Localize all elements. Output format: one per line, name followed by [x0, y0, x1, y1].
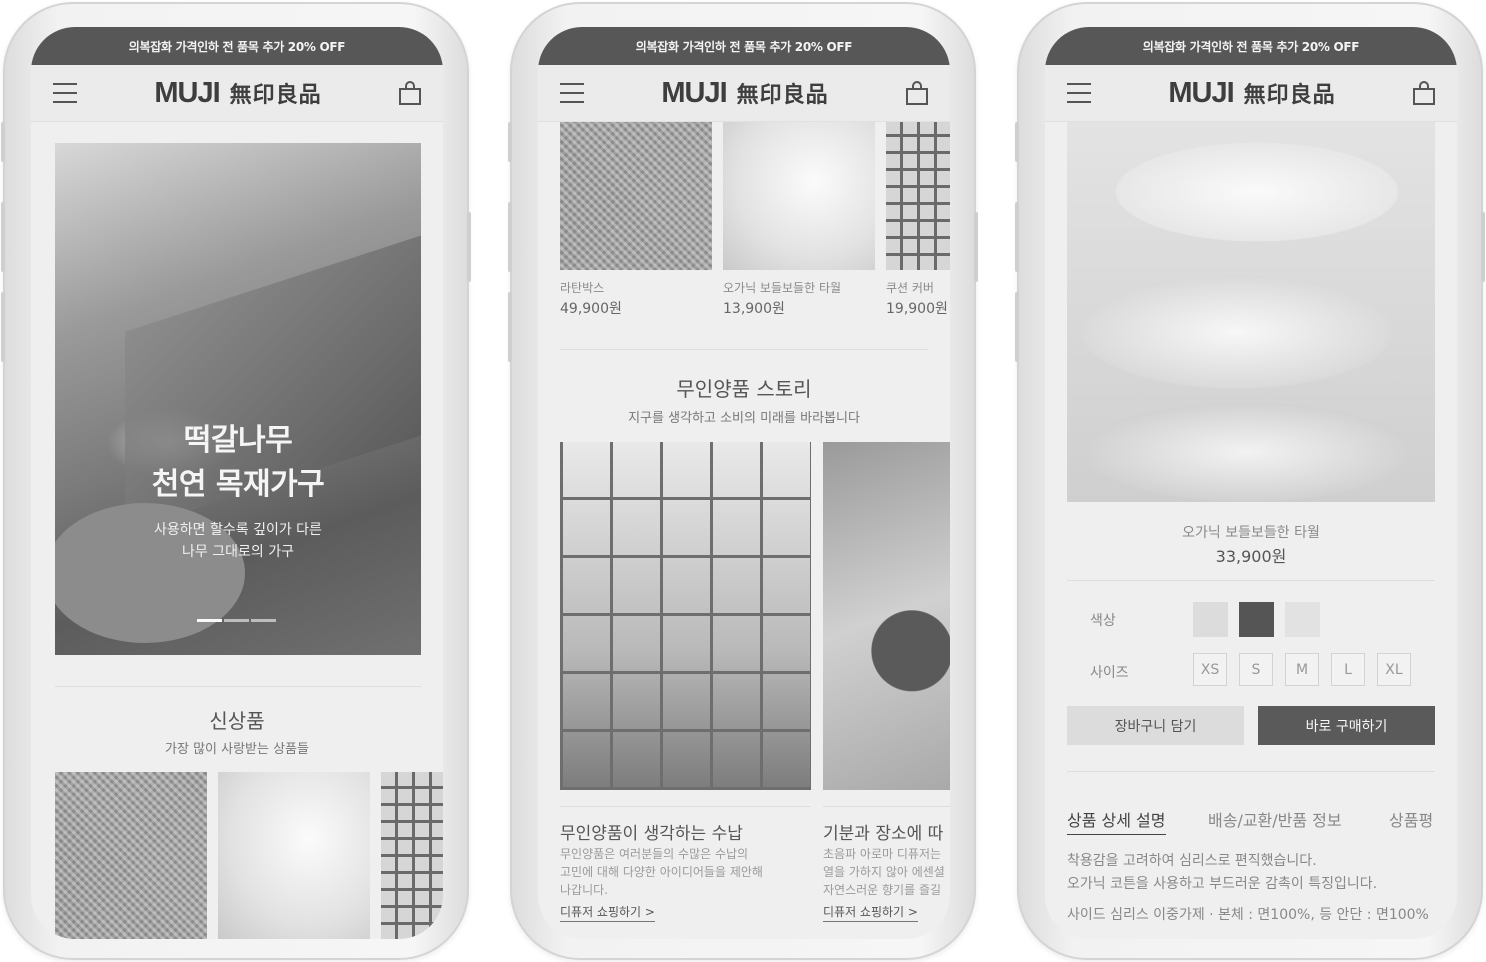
size-option-xl[interactable]: XL	[1377, 653, 1411, 686]
screen-home: 의복잡화 가격인하 전 품목 추가 20% OFF MUJI 無印良品 떡갈나무…	[31, 27, 443, 939]
color-swatch-dark[interactable]	[1239, 602, 1274, 637]
hero-sub-line2: 나무 그대로의 가구	[182, 544, 294, 560]
story-image-storage[interactable]	[560, 442, 811, 790]
promo-banner[interactable]: 의복잡화 가격인하 전 품목 추가 20% OFF	[1045, 27, 1457, 65]
color-swatch-light[interactable]	[1193, 602, 1228, 637]
new-arrivals-title: 신상품	[209, 709, 265, 733]
muji-logo[interactable]: MUJI 無印良品	[154, 77, 321, 110]
logo-kr: 無印良品	[1243, 82, 1336, 108]
story-card-2-clip: 기분과 장소에 따 초음파 아로마 디퓨저는 열을 가하지 않아 에센셜 자연스…	[823, 27, 950, 939]
divider	[1067, 771, 1435, 772]
divider	[560, 806, 811, 807]
divider	[1067, 580, 1435, 581]
story-card-link[interactable]: 디퓨저 쇼핑하기 >	[823, 903, 918, 922]
description-line: 오가닉 코튼을 사용하고 부드러운 감촉이 특징입니다.	[1067, 876, 1378, 892]
logo-kr: 無印良品	[229, 82, 322, 108]
tab-product-details[interactable]: 상품 상세 설명	[1067, 807, 1166, 835]
story-card-title[interactable]: 무인양품이 생각하는 수납	[560, 819, 743, 844]
story-desc-line: 무인양품은 여러분들의 수많은 수납의	[560, 847, 749, 861]
description-line: 사이드 심리스 이중가제 · 본체 : 면100%, 등 안단 : 면100%	[1067, 907, 1429, 923]
product-price: 13,900원	[723, 301, 785, 317]
logo-en: MUJI	[154, 76, 220, 109]
hero-title-line2: 천연 목재가구	[151, 467, 325, 502]
phone-mockup-story: 의복잡화 가격인하 전 품목 추가 20% OFF MUJI 無印良品 라탄박스…	[508, 2, 978, 960]
size-option-s[interactable]: S	[1239, 653, 1273, 686]
size-option-m[interactable]: M	[1285, 653, 1319, 686]
phone-mockup-product-detail: 의복잡화 가격인하 전 품목 추가 20% OFF MUJI 無印良品 오가닉 …	[1015, 2, 1485, 960]
product-price: 49,900원	[560, 301, 622, 317]
description-line: 착용감을 고려하여 심리스로 편직했습니다.	[1067, 853, 1317, 869]
story-card-link[interactable]: 디퓨저 쇼핑하기 >	[560, 903, 655, 922]
divider	[55, 686, 421, 687]
add-to-cart-button[interactable]: 장바구니 담기	[1067, 706, 1244, 745]
header: MUJI 無印良品	[1045, 65, 1457, 122]
product-thumb-rattan-box[interactable]	[560, 122, 712, 270]
story-desc-line: 자연스러운 향기를 즐길	[823, 883, 942, 897]
story-desc-line: 초음파 아로마 디퓨저는	[823, 847, 942, 861]
size-option-xs[interactable]: XS	[1193, 653, 1227, 686]
story-desc-line: 열을 가하지 않아 에센셜	[823, 865, 945, 879]
new-arrivals-subtitle: 가장 많이 사랑받는 상품들	[165, 742, 309, 757]
product-thumb-cushion[interactable]	[381, 772, 443, 939]
muji-logo[interactable]: MUJI 無印良品	[1168, 77, 1335, 110]
color-swatch-pale[interactable]	[1285, 602, 1320, 637]
buy-now-button[interactable]: 바로 구매하기	[1258, 706, 1435, 745]
carousel-dot-2[interactable]	[224, 619, 249, 622]
hero-title: 떡갈나무 천연 목재가구	[55, 419, 421, 507]
header: MUJI 無印良品	[31, 65, 443, 122]
story-card-title[interactable]: 기분과 장소에 따	[823, 819, 943, 844]
hamburger-menu-icon[interactable]	[53, 83, 77, 103]
carousel-dot-1[interactable]	[197, 619, 222, 622]
screen-product-detail: 의복잡화 가격인하 전 품목 추가 20% OFF MUJI 無印良品 오가닉 …	[1045, 27, 1457, 939]
promo-banner[interactable]: 의복잡화 가격인하 전 품목 추가 20% OFF	[31, 27, 443, 65]
product-price: 33,900원	[1215, 547, 1287, 566]
story-card-desc: 무인양품은 여러분들의 수많은 수납의 고민에 대해 다양한 아이디어들을 제안…	[560, 845, 763, 899]
product-thumb-rattan-box[interactable]	[55, 772, 207, 939]
logo-en: MUJI	[661, 76, 727, 109]
carousel-dot-3[interactable]	[251, 619, 276, 622]
hamburger-menu-icon[interactable]	[560, 83, 584, 103]
product-name: 오가닉 보들보들한 타월	[1182, 525, 1320, 541]
logo-kr: 無印良品	[736, 82, 829, 108]
logo-en: MUJI	[1168, 76, 1234, 109]
hero-banner-image[interactable]: 떡갈나무 천연 목재가구 사용하면 할수록 깊이가 다른 나무 그대로의 가구	[55, 143, 421, 655]
size-label: 사이즈	[1090, 665, 1129, 681]
hero-title-line1: 떡갈나무	[183, 423, 293, 458]
phone-mockup-home: 의복잡화 가격인하 전 품목 추가 20% OFF MUJI 無印良品 떡갈나무…	[1, 2, 471, 960]
shopping-bag-icon[interactable]	[1413, 81, 1435, 105]
tab-reviews[interactable]: 상품평	[1389, 807, 1433, 831]
hamburger-menu-icon[interactable]	[1067, 83, 1091, 103]
product-main-image[interactable]	[1067, 122, 1435, 502]
tab-shipping-returns[interactable]: 배송/교환/반품 정보	[1208, 807, 1342, 831]
story-desc-line: 나갑니다.	[560, 883, 608, 897]
color-label: 색상	[1090, 613, 1116, 629]
screen-story: 의복잡화 가격인하 전 품목 추가 20% OFF MUJI 無印良品 라탄박스…	[538, 27, 950, 939]
muji-logo[interactable]: MUJI 無印良品	[661, 77, 828, 110]
product-name[interactable]: 라탄박스	[560, 279, 604, 296]
carousel-indicator[interactable]	[197, 619, 276, 622]
product-thumb-towel[interactable]	[218, 772, 370, 939]
size-option-l[interactable]: L	[1331, 653, 1365, 686]
hero-subtitle: 사용하면 할수록 깊이가 다른 나무 그대로의 가구	[55, 519, 421, 563]
story-card-desc: 초음파 아로마 디퓨저는 열을 가하지 않아 에센셜 자연스러운 향기를 즐길	[823, 845, 945, 899]
story-desc-line: 고민에 대해 다양한 아이디어들을 제안해	[560, 865, 763, 879]
hero-sub-line1: 사용하면 할수록 깊이가 다른	[154, 522, 322, 538]
shopping-bag-icon[interactable]	[399, 81, 421, 105]
